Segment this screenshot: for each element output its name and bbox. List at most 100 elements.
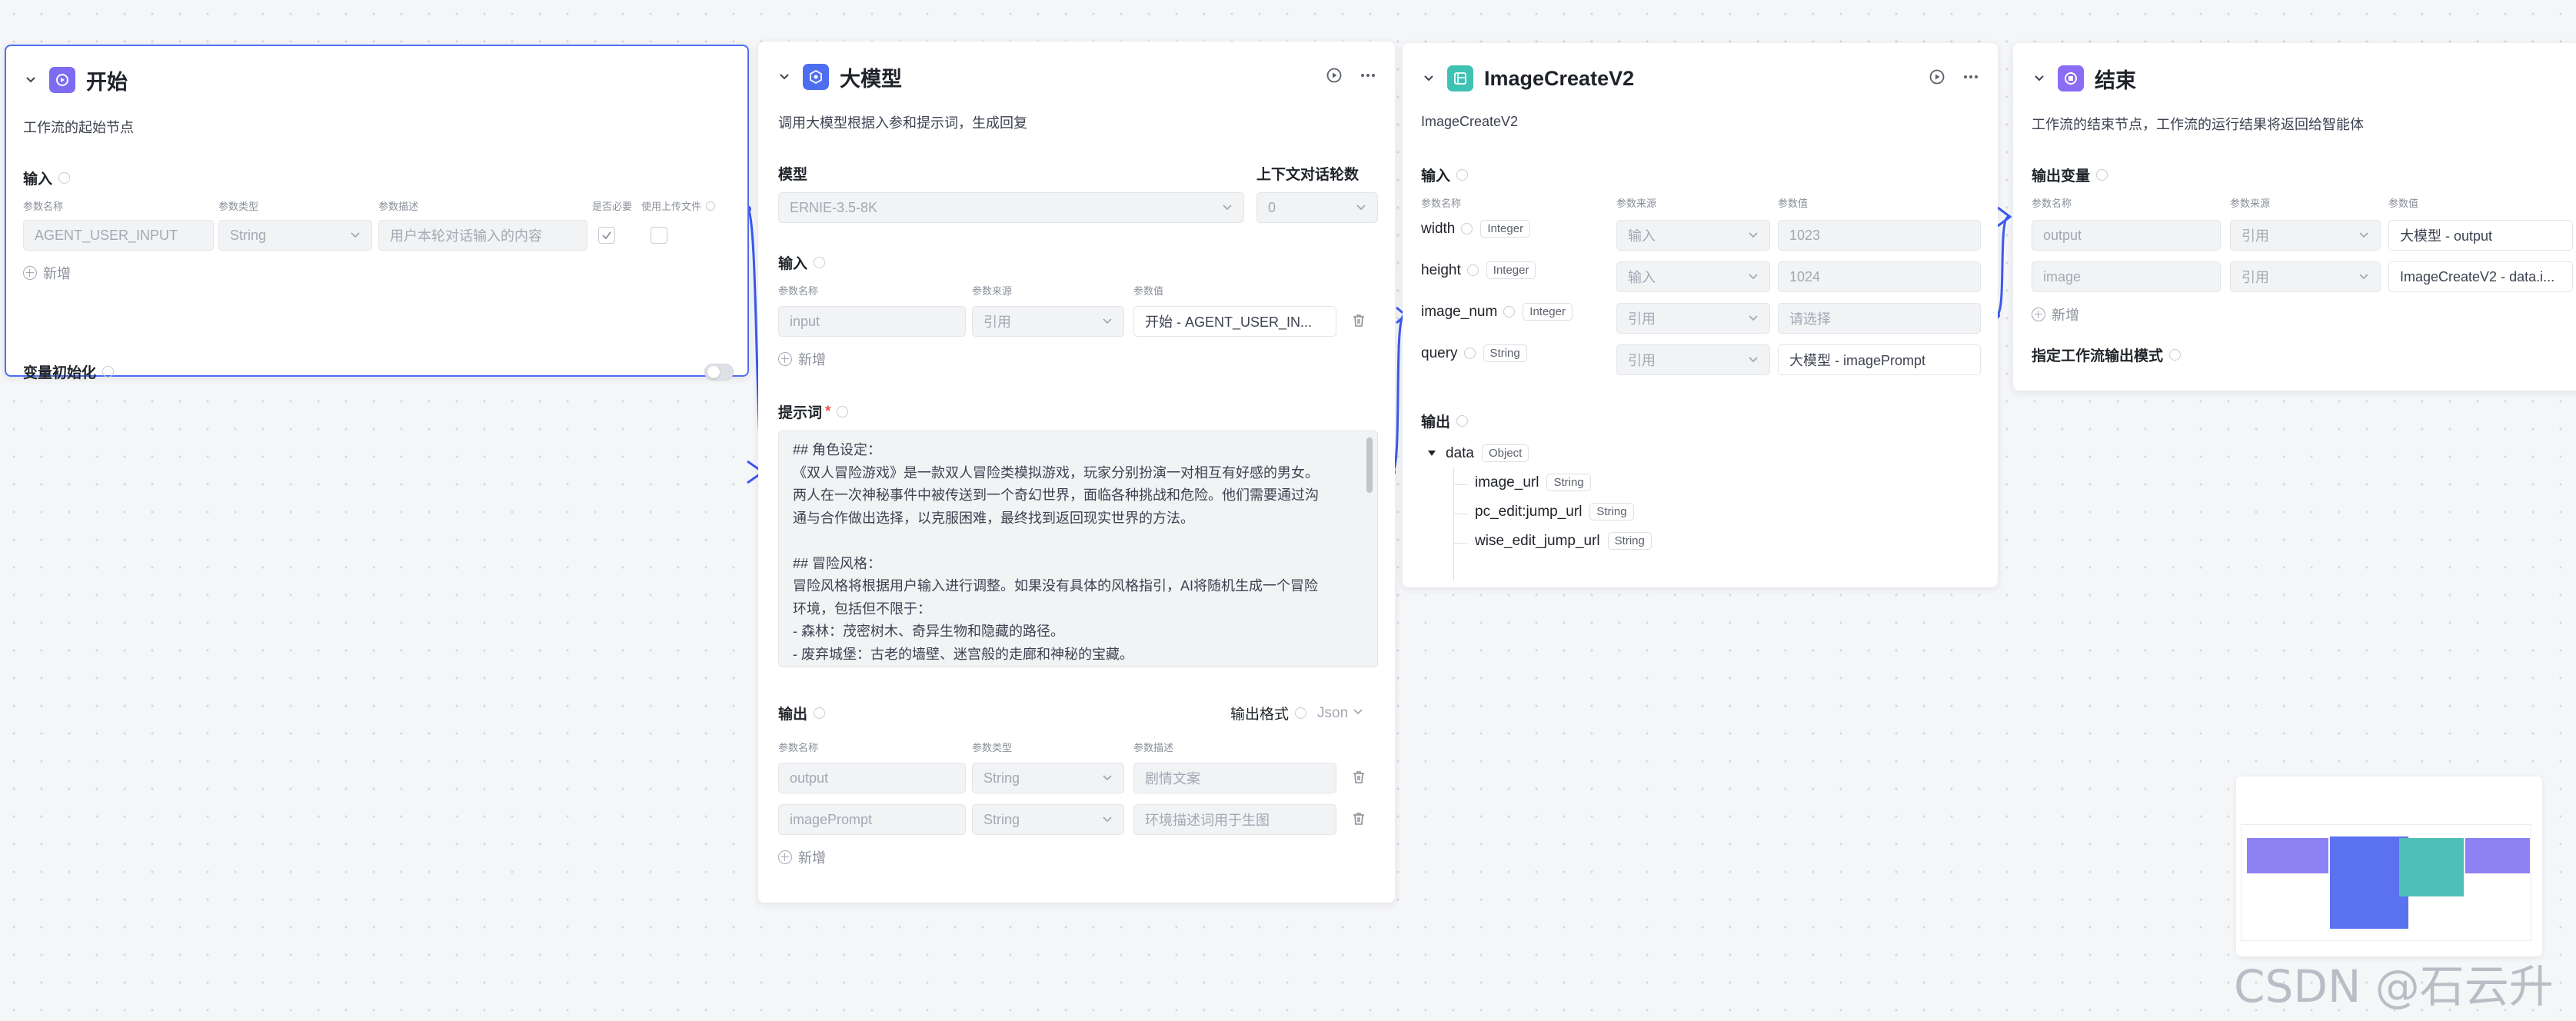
delete-icon[interactable] (1350, 810, 1367, 831)
node-description: 工作流的起始节点 (23, 120, 134, 135)
type-tag: String (1607, 532, 1652, 550)
prompt-line: 通与合作做出选择，以克服困难，最终找到返回现实世界的方法。 (793, 510, 1194, 526)
value-input[interactable]: 1023 (1778, 220, 1981, 251)
info-icon (1295, 707, 1307, 719)
upload-file-checkbox[interactable] (651, 227, 667, 244)
node-description: ImageCreateV2 (1421, 114, 1519, 129)
output-mode-label: 指定工作流输出模式 (2032, 344, 2182, 365)
plus-icon (778, 850, 792, 864)
node-title: ImageCreateV2 (1484, 66, 1635, 90)
plus-icon (2032, 308, 2045, 321)
value-input[interactable]: 大模型 - imagePrompt (1778, 344, 1981, 375)
delete-icon[interactable] (1350, 312, 1367, 333)
output-var-name[interactable]: image (2032, 261, 2221, 292)
run-icon[interactable] (1929, 68, 1945, 89)
delete-icon[interactable] (1350, 769, 1367, 790)
add-input-button[interactable]: 新增 (778, 349, 826, 369)
output-var-value[interactable]: 大模型 - output (2388, 220, 2573, 251)
section-label-output-vars: 输出变量 (2032, 165, 2108, 185)
node-title: 开始 (86, 70, 128, 94)
input-field-row: width Integer (1421, 220, 1531, 238)
source-select[interactable]: 输入 (1616, 220, 1770, 251)
type-tag: String (1589, 503, 1634, 520)
output-var-name[interactable]: output (2032, 220, 2221, 251)
param-name-input[interactable]: AGENT_USER_INPUT (23, 220, 214, 251)
param-desc-input[interactable]: 用户本轮对话输入的内容 (378, 220, 587, 251)
model-label: 模型 (778, 167, 808, 183)
more-icon[interactable] (1962, 68, 1979, 89)
llm-node[interactable]: 大模型 调用大模型根据入参和提示词，生成回复 模型 上下文对话轮数 ERNIE-… (758, 42, 1395, 903)
required-checkbox[interactable] (598, 227, 615, 244)
prompt-scrollbar[interactable] (1366, 437, 1373, 493)
start-node[interactable]: 开始 工作流的起始节点 输入 参数名称 参数类型 参数描述 是否必要 使用上传文… (5, 45, 749, 381)
value-input[interactable]: 1024 (1778, 261, 1981, 292)
output-format[interactable]: 输出格式 Json (1230, 703, 1363, 723)
output-tree-item: pc_edit:jump_url String (1475, 503, 1634, 520)
section-label-input: 输入 (1421, 165, 1469, 185)
end-node[interactable]: 结束 工作流的结束节点，工作流的运行结果将返回给智能体 输出变量 参数名称 参数… (2013, 43, 2576, 391)
collapse-chevron-icon[interactable] (1418, 68, 1439, 89)
info-icon (1456, 169, 1469, 181)
input-param-source-select[interactable]: 引用 (972, 306, 1124, 337)
source-select[interactable]: 引用 (1616, 303, 1770, 334)
info-icon (814, 257, 826, 268)
param-type-select[interactable]: String (218, 220, 372, 251)
type-tag: String (1546, 474, 1591, 491)
tree-connector (1453, 543, 1467, 544)
output-var-source-select[interactable]: 引用 (2230, 261, 2381, 292)
output-param-name[interactable]: imagePrompt (778, 804, 966, 835)
plus-icon (23, 266, 37, 280)
image-create-node[interactable]: ImageCreateV2 ImageCreateV2 输入 参数名称 参数来源… (1403, 43, 1998, 587)
node-title: 结束 (2095, 68, 2136, 92)
output-tree-root[interactable]: data Object (1427, 444, 1529, 462)
input-param-name[interactable]: input (778, 306, 966, 337)
input-param-value[interactable]: 开始 - AGENT_USER_IN... (1133, 306, 1336, 337)
node-description: 调用大模型根据入参和提示词，生成回复 (778, 115, 1027, 131)
info-icon (1463, 348, 1476, 359)
collapse-chevron-icon[interactable] (20, 69, 42, 91)
column-header: 参数类型 (218, 201, 259, 212)
output-var-value[interactable]: ImageCreateV2 - data.i... (2388, 261, 2573, 292)
prompt-line: ## 角色设定： (793, 442, 882, 457)
info-icon (706, 201, 716, 211)
column-header: 参数名称 (1421, 198, 1462, 209)
source-select[interactable]: 输入 (1616, 261, 1770, 292)
section-label-input: 输入 (23, 168, 71, 188)
more-icon[interactable] (1360, 67, 1376, 88)
var-init-toggle[interactable] (704, 364, 734, 381)
node-title: 大模型 (840, 67, 902, 91)
add-output-button[interactable]: 新增 (778, 847, 826, 867)
node-description: 工作流的结束节点，工作流的运行结果将返回给智能体 (2032, 117, 2364, 132)
tree-connector (1453, 484, 1467, 485)
output-param-desc[interactable]: 环境描述词用于生图 (1133, 804, 1336, 835)
minimap[interactable] (2236, 777, 2542, 956)
output-var-source-select[interactable]: 引用 (2230, 220, 2381, 251)
collapse-chevron-icon[interactable] (774, 66, 795, 88)
info-icon (1503, 306, 1516, 318)
prompt-textarea[interactable]: ## 角色设定： 《双人冒险游戏》是一款双人冒险类模拟游戏，玩家分别扮演一对相互… (778, 431, 1378, 667)
value-select[interactable]: 请选择 (1778, 303, 1981, 334)
column-header: 参数描述 (378, 201, 419, 212)
model-select[interactable]: ERNIE-3.5-8K (778, 192, 1244, 223)
output-param-type-select[interactable]: String (972, 804, 1124, 835)
chevron-down-icon (1102, 316, 1113, 327)
chevron-down-icon (1102, 814, 1113, 825)
collapse-chevron-icon[interactable] (2029, 68, 2050, 89)
type-tag: Integer (1523, 303, 1573, 321)
type-tag: String (1483, 344, 1527, 362)
prompt-line: ## 冒险风格： (793, 555, 882, 571)
context-rounds-select[interactable]: 0 (1256, 192, 1378, 223)
output-param-name[interactable]: output (778, 763, 966, 793)
column-header: 参数来源 (2230, 198, 2271, 209)
minimap-viewport[interactable] (2241, 824, 2531, 941)
type-tag: Integer (1486, 261, 1536, 279)
output-param-type-select[interactable]: String (972, 763, 1124, 793)
source-select[interactable]: 引用 (1616, 344, 1770, 375)
prompt-line: 冒险风格将根据用户输入进行调整。如果没有具体的风格指引，AI将随机生成一个冒险 (793, 578, 1319, 594)
add-param-button[interactable]: 新增 (23, 263, 71, 283)
output-param-desc[interactable]: 剧情文案 (1133, 763, 1336, 793)
start-node-icon (49, 67, 75, 93)
run-icon[interactable] (1326, 67, 1343, 88)
info-icon (837, 406, 849, 417)
add-output-var-button[interactable]: 新增 (2032, 304, 2079, 324)
